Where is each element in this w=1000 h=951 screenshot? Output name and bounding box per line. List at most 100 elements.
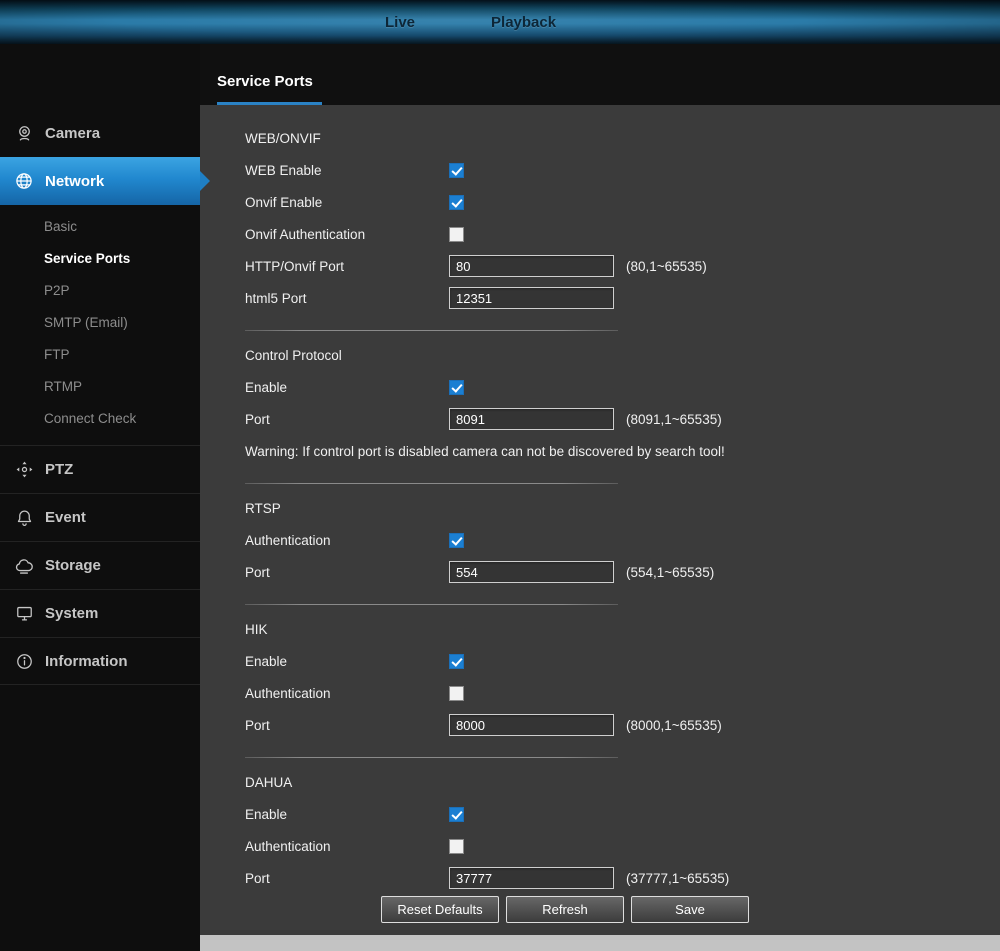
- sidebar-subitem-p2p[interactable]: P2P: [0, 275, 200, 307]
- section-title-control-protocol: Control Protocol: [245, 339, 1000, 371]
- field-label: Enable: [245, 654, 449, 669]
- topbar-tab-live[interactable]: Live: [385, 14, 415, 31]
- ptz-icon: [14, 460, 34, 480]
- reset-defaults-button[interactable]: Reset Defaults: [381, 896, 499, 923]
- field-label: Onvif Enable: [245, 195, 449, 210]
- tab-service-ports[interactable]: Service Ports: [217, 73, 322, 105]
- save-button[interactable]: Save: [631, 896, 749, 923]
- form-row: Authentication: [245, 524, 1000, 556]
- form-row: WEB Enable: [245, 154, 1000, 186]
- sidebar-subitem-smtp-email[interactable]: SMTP (Email): [0, 307, 200, 339]
- form-row: Enable: [245, 371, 1000, 403]
- sidebar-item-storage[interactable]: Storage: [0, 541, 200, 589]
- range-hint: (554,1~65535): [626, 565, 714, 580]
- sidebar-item-label: PTZ: [45, 461, 73, 478]
- service-ports-form: WEB/ONVIF WEB Enable Onvif Enable Onvif Aut…: [245, 122, 1000, 894]
- app-body: CameraNetworkBasicService PortsP2PSMTP (…: [0, 44, 1000, 951]
- hik-enable-checkbox[interactable]: [449, 654, 464, 669]
- sidebar-item-label: Camera: [45, 125, 100, 142]
- form-row: Authentication: [245, 677, 1000, 709]
- topbar-tab-playback[interactable]: Playback: [491, 14, 556, 31]
- section-title-hik: HIK: [245, 613, 1000, 645]
- web-onvif-onvif-authentication-checkbox[interactable]: [449, 227, 464, 242]
- field-label: html5 Port: [245, 291, 449, 306]
- sidebar-item-system[interactable]: System: [0, 589, 200, 637]
- sidebar-nav: Camera Network BasicService PortsP2PSMTP (…: [0, 44, 200, 951]
- form-row: Authentication: [245, 830, 1000, 862]
- dahua-enable-checkbox[interactable]: [449, 807, 464, 822]
- section-divider: [245, 604, 618, 605]
- range-hint: (8091,1~65535): [626, 412, 722, 427]
- form-row: Enable: [245, 645, 1000, 677]
- web-onvif-onvif-enable-checkbox[interactable]: [449, 195, 464, 210]
- form-row: Enable: [245, 798, 1000, 830]
- main-header: Service Ports: [200, 44, 1000, 105]
- section-title-rtsp: RTSP: [245, 492, 1000, 524]
- control-protocol-enable-checkbox[interactable]: [449, 380, 464, 395]
- field-label: WEB Enable: [245, 163, 449, 178]
- range-hint: (37777,1~65535): [626, 871, 729, 886]
- sidebar-item-label: System: [45, 605, 98, 622]
- form-row: Onvif Authentication: [245, 218, 1000, 250]
- page: LivePlayback CameraNetworkBasicService P…: [0, 0, 1000, 951]
- sidebar-item-label: Information: [45, 653, 128, 670]
- field-label: Authentication: [245, 839, 449, 854]
- sidebar-item-label: Storage: [45, 557, 101, 574]
- section-divider: [245, 330, 618, 331]
- hik-authentication-checkbox[interactable]: [449, 686, 464, 701]
- sidebar-subitem-basic[interactable]: Basic: [0, 211, 200, 243]
- field-label: Enable: [245, 380, 449, 395]
- dahua-port-input[interactable]: [449, 867, 614, 889]
- form-row: HTTP/Onvif Port(80,1~65535): [245, 250, 1000, 282]
- sidebar-item-event[interactable]: Event: [0, 493, 200, 541]
- system-icon: [14, 604, 34, 624]
- camera-icon: [14, 123, 34, 143]
- form-row: Port (554,1~65535): [245, 556, 1000, 588]
- storage-icon: [14, 556, 34, 576]
- dahua-authentication-checkbox[interactable]: [449, 839, 464, 854]
- web-onvif-web-enable-checkbox[interactable]: [449, 163, 464, 178]
- sidebar-subitem-service-ports[interactable]: Service Ports: [0, 243, 200, 275]
- range-hint: (8000,1~65535): [626, 718, 722, 733]
- bottom-strip: [200, 935, 1000, 951]
- refresh-button[interactable]: Refresh: [506, 896, 624, 923]
- field-label: Authentication: [245, 533, 449, 548]
- sidebar-item-label: Event: [45, 509, 86, 526]
- topbar: Live Playback: [0, 0, 1000, 44]
- main-panel: Service Ports WEB/ONVIF WEB Enable Onvif E…: [200, 44, 1000, 951]
- section-title-web-onvif: WEB/ONVIF: [245, 122, 1000, 154]
- field-label: Port: [245, 718, 449, 733]
- field-label: Onvif Authentication: [245, 227, 449, 242]
- web-onvif-html5-port-input[interactable]: [449, 287, 614, 309]
- rtsp-authentication-checkbox[interactable]: [449, 533, 464, 548]
- section-title-dahua: DAHUA: [245, 766, 1000, 798]
- field-label: Enable: [245, 807, 449, 822]
- field-label: Port: [245, 871, 449, 886]
- warning-text: Warning: If control port is disabled cam…: [245, 435, 1000, 467]
- sidebar-item-information[interactable]: Information: [0, 637, 200, 685]
- field-label: Port: [245, 412, 449, 427]
- sidebar-item-label: Network: [45, 173, 104, 190]
- sidebar-item-network[interactable]: Network: [0, 157, 200, 205]
- web-onvif-http-onvif-port-input[interactable]: [449, 255, 614, 277]
- section-divider: [245, 483, 618, 484]
- form-row: Port (8000,1~65535): [245, 709, 1000, 741]
- network-icon: [14, 171, 34, 191]
- event-icon: [14, 508, 34, 528]
- range-hint: (80,1~65535): [626, 259, 707, 274]
- sidebar-subitem-rtmp[interactable]: RTMP: [0, 371, 200, 403]
- hik-port-input[interactable]: [449, 714, 614, 736]
- form-row: Onvif Enable: [245, 186, 1000, 218]
- field-label: Authentication: [245, 686, 449, 701]
- sidebar-item-ptz[interactable]: PTZ: [0, 445, 200, 493]
- form-row: html5 Port: [245, 282, 1000, 314]
- field-label: Port: [245, 565, 449, 580]
- control-protocol-port-input[interactable]: [449, 408, 614, 430]
- rtsp-port-input[interactable]: [449, 561, 614, 583]
- section-divider: [245, 757, 618, 758]
- sidebar-subitem-connect-check[interactable]: Connect Check: [0, 403, 200, 435]
- sidebar-item-camera[interactable]: Camera: [0, 109, 200, 157]
- sidebar-submenu: BasicService PortsP2PSMTP (Email)FTPRTMP…: [0, 205, 200, 445]
- info-icon: [14, 651, 34, 671]
- sidebar-subitem-ftp[interactable]: FTP: [0, 339, 200, 371]
